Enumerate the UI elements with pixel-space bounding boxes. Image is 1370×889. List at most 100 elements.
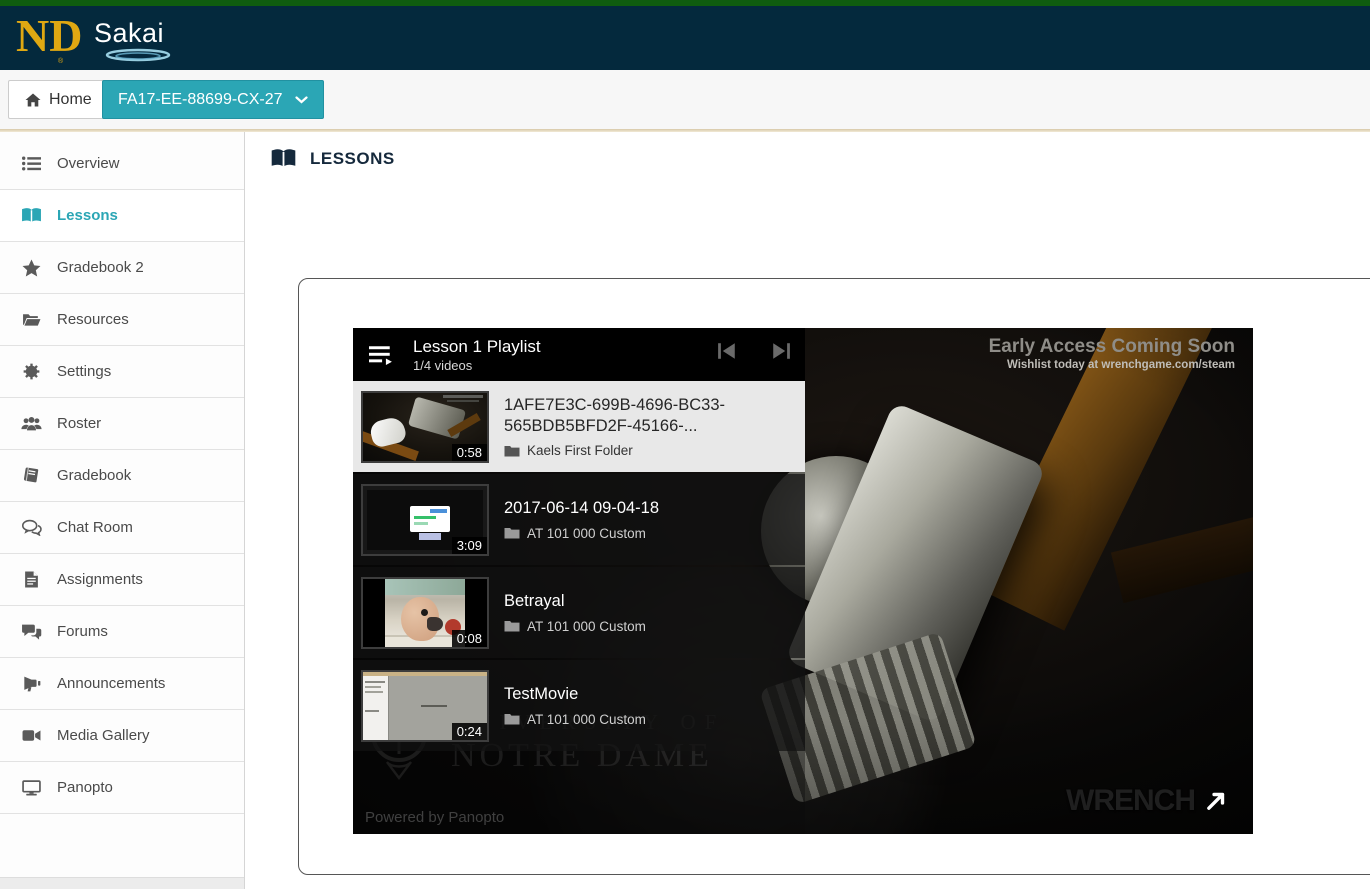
playlist-item-3[interactable]: 0:08 Betrayal AT 101 000 Custom xyxy=(353,567,805,658)
chevron-down-icon xyxy=(295,96,308,104)
playlist-panel: Lesson 1 Playlist 1/4 videos 0:58 1AFE7E… xyxy=(353,328,805,834)
folder-name: AT 101 000 Custom xyxy=(527,526,646,541)
sidebar-item-label: Media Gallery xyxy=(57,727,150,744)
playlist-item-meta: Betrayal AT 101 000 Custom xyxy=(504,591,796,633)
sidebar-item-overview[interactable]: Overview xyxy=(0,138,244,190)
sidebar-item-label: Chat Room xyxy=(57,519,133,536)
site-dropdown-label: FA17-EE-88699-CX-27 xyxy=(118,91,283,109)
sidebar-item-label: Announcements xyxy=(57,675,165,692)
playlist-item-meta: 1AFE7E3C-699B-4696-BC33-565BDB5BFD2F-451… xyxy=(504,395,796,458)
playlist-title-block: Lesson 1 Playlist 1/4 videos xyxy=(413,337,541,373)
nd-monogram: ND xyxy=(16,10,82,61)
sidebar-item-forums[interactable]: Forums xyxy=(0,606,244,658)
playlist-header: Lesson 1 Playlist 1/4 videos xyxy=(353,328,805,381)
duration-badge: 0:24 xyxy=(452,723,487,740)
home-button-label: Home xyxy=(49,91,92,109)
sidebar-item-roster[interactable]: Roster xyxy=(0,398,244,450)
book-icon xyxy=(20,467,42,484)
sidebar-item-panopto[interactable]: Panopto xyxy=(0,762,244,814)
duration-badge: 0:58 xyxy=(452,444,487,461)
sidebar-item-media-gallery[interactable]: Media Gallery xyxy=(0,710,244,762)
folder-icon xyxy=(504,527,520,539)
sidebar-footer xyxy=(0,877,244,889)
wrench-game-logo: WRENCH xyxy=(1066,784,1195,818)
playlist-title: Lesson 1 Playlist xyxy=(413,337,541,357)
next-video-button[interactable] xyxy=(771,343,791,359)
playlist-item-2[interactable]: 3:09 2017-06-14 09-04-18 AT 101 000 Cust… xyxy=(353,474,805,565)
folder-name: Kaels First Folder xyxy=(527,443,633,458)
users-icon xyxy=(20,416,42,431)
sidebar-item-label: Settings xyxy=(57,363,111,380)
masthead: ND ® Sakai xyxy=(0,6,1370,70)
sidebar-item-label: Assignments xyxy=(57,571,143,588)
video-folder-row: AT 101 000 Custom xyxy=(504,712,796,727)
book-open-icon xyxy=(20,207,42,224)
video-thumbnail: 0:24 xyxy=(361,670,489,742)
sidebar-item-gradebook-2[interactable]: Gradebook 2 xyxy=(0,242,244,294)
tool-list: Overview Lessons Gradebook 2 Resources S… xyxy=(0,132,244,814)
page-title-text: LESSONS xyxy=(310,149,395,169)
sidebar-item-chat-room[interactable]: Chat Room xyxy=(0,502,244,554)
video-camera-icon xyxy=(20,729,42,742)
tool-sidebar: Overview Lessons Gradebook 2 Resources S… xyxy=(0,132,245,889)
notre-dame-logo[interactable]: ND xyxy=(16,13,55,59)
sidebar-item-label: Panopto xyxy=(57,779,113,796)
video-folder-row: Kaels First Folder xyxy=(504,443,796,458)
gear-icon xyxy=(20,363,42,380)
playlist-item-meta: TestMovie AT 101 000 Custom xyxy=(504,684,796,726)
sidebar-item-label: Forums xyxy=(57,623,108,640)
sakai-logo[interactable]: Sakai xyxy=(94,18,164,49)
video-title: 2017-06-14 09-04-18 xyxy=(504,498,796,519)
sidebar-item-settings[interactable]: Settings xyxy=(0,346,244,398)
sakai-wordmark: Sakai xyxy=(94,18,164,48)
playlist-count: 1/4 videos xyxy=(413,358,541,373)
playlist-item-1[interactable]: 0:58 1AFE7E3C-699B-4696-BC33-565BDB5BFD2… xyxy=(353,381,805,472)
sidebar-item-announcements[interactable]: Announcements xyxy=(0,658,244,710)
playlist-item-4[interactable]: 0:24 TestMovie AT 101 000 Custom xyxy=(353,660,805,751)
folder-open-icon xyxy=(20,312,42,327)
video-thumbnail: 0:08 xyxy=(361,577,489,649)
video-title: TestMovie xyxy=(504,684,796,705)
list-icon xyxy=(20,156,42,171)
sidebar-item-gradebook[interactable]: Gradebook xyxy=(0,450,244,502)
video-thumbnail: 0:58 xyxy=(361,391,489,463)
video-thumbnail: 3:09 xyxy=(361,484,489,556)
video-folder-row: AT 101 000 Custom xyxy=(504,526,796,541)
home-button[interactable]: Home xyxy=(8,80,109,119)
video-title: 1AFE7E3C-699B-4696-BC33-565BDB5BFD2F-451… xyxy=(504,395,796,437)
sakai-swoosh-icon xyxy=(102,48,176,64)
document-icon xyxy=(20,571,42,588)
monitor-icon xyxy=(20,780,42,796)
comments-icon xyxy=(20,623,42,640)
sidebar-item-label: Lessons xyxy=(57,207,118,224)
playlist-nav xyxy=(717,343,791,359)
popout-arrow-icon[interactable] xyxy=(1203,788,1229,814)
star-icon xyxy=(20,259,42,277)
playlist-item-meta: 2017-06-14 09-04-18 AT 101 000 Custom xyxy=(504,498,796,540)
sidebar-item-label: Resources xyxy=(57,311,129,328)
site-dropdown-button[interactable]: FA17-EE-88699-CX-27 xyxy=(102,80,324,119)
registered-mark: ® xyxy=(58,58,63,65)
chat-icon xyxy=(20,519,42,536)
site-toolbar: Home FA17-EE-88699-CX-27 xyxy=(0,70,1370,129)
previous-video-button[interactable] xyxy=(717,343,737,359)
duration-badge: 3:09 xyxy=(452,537,487,554)
home-icon xyxy=(25,93,41,107)
video-promo-text: Early Access Coming Soon Wishlist today … xyxy=(989,336,1235,371)
sidebar-item-assignments[interactable]: Assignments xyxy=(0,554,244,606)
sidebar-item-resources[interactable]: Resources xyxy=(0,294,244,346)
folder-name: AT 101 000 Custom xyxy=(527,619,646,634)
folder-icon xyxy=(504,713,520,725)
video-title: Betrayal xyxy=(504,591,796,612)
video-folder-row: AT 101 000 Custom xyxy=(504,619,796,634)
sidebar-item-label: Overview xyxy=(57,155,120,172)
page-title: LESSONS xyxy=(270,148,395,169)
sidebar-item-label: Roster xyxy=(57,415,101,432)
sidebar-item-label: Gradebook 2 xyxy=(57,259,144,276)
sidebar-item-lessons[interactable]: Lessons xyxy=(0,190,244,242)
playlist-menu-icon[interactable] xyxy=(369,345,393,365)
lessons-book-icon xyxy=(270,148,297,169)
promo-subtitle: Wishlist today at wrenchgame.com/steam xyxy=(989,359,1235,371)
lesson-content-card: Early Access Coming Soon Wishlist today … xyxy=(298,278,1370,875)
playlist-items: 0:58 1AFE7E3C-699B-4696-BC33-565BDB5BFD2… xyxy=(353,381,805,753)
